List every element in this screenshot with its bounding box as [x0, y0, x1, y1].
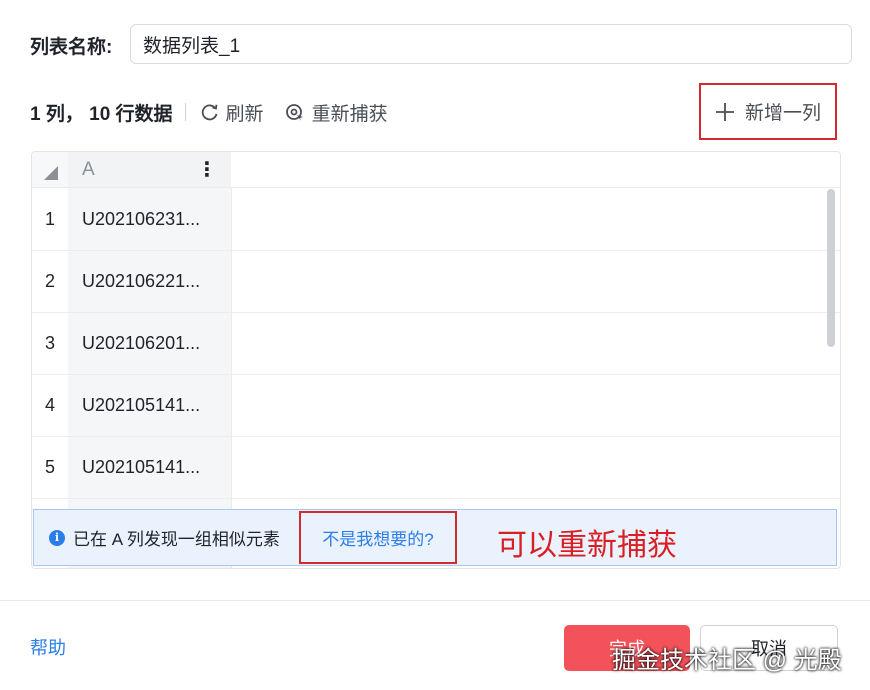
table-cell[interactable]: U202106221...: [82, 250, 227, 312]
table-row[interactable]: 4 U202105141...: [32, 374, 840, 437]
list-name-label: 列表名称:: [30, 36, 113, 58]
row-number: 3: [44, 332, 55, 353]
table-cell[interactable]: U202106201...: [82, 312, 227, 374]
add-column-label: 新增一列: [744, 103, 821, 124]
watermark: 掘金技术社区 @ 光殿: [612, 647, 842, 674]
refresh-icon: [201, 104, 217, 121]
vertical-scrollbar[interactable]: [827, 189, 835, 347]
row-number: 1: [44, 208, 55, 229]
create-list-dialog: 列表名称: 数据列表_1 1 列， 10 行数据 刷新 重新捕获 新增一列 A …: [0, 0, 870, 690]
table-row[interactable]: 5 U202105141...: [32, 436, 840, 499]
table-cell[interactable]: U202105141...: [82, 374, 227, 436]
footer-divider: [0, 600, 870, 601]
annotation-text: 可以重新捕获: [497, 529, 677, 562]
refresh-label: 刷新: [225, 103, 264, 125]
add-column-button[interactable]: 新增一列: [699, 83, 837, 140]
table-row[interactable]: 2 U202106221...: [32, 250, 840, 313]
toolbar-divider: [184, 103, 186, 121]
row-number: 4: [44, 394, 55, 415]
not-what-i-want-link[interactable]: 不是我想要的?: [299, 511, 457, 564]
plus-icon: [715, 102, 734, 121]
list-name-input[interactable]: 数据列表_1: [130, 24, 852, 64]
row-number: 5: [44, 456, 55, 477]
list-name-row: 列表名称:: [30, 24, 130, 66]
corner-triangle-icon: [44, 166, 58, 180]
row-number: 2: [44, 270, 55, 291]
table-row[interactable]: 1 U202106231...: [32, 188, 840, 251]
table-header: A ⋮: [32, 152, 840, 188]
notice-text: 已在 A 列发现一组相似元素: [73, 530, 280, 549]
list-stats: 1 列， 10 行数据: [30, 103, 173, 125]
select-all-corner[interactable]: [32, 152, 68, 187]
info-icon: i: [49, 529, 65, 546]
refresh-button[interactable]: 刷新: [200, 99, 264, 126]
help-link[interactable]: 帮助: [30, 634, 66, 660]
recapture-button[interactable]: 重新捕获: [284, 99, 388, 126]
table-cell[interactable]: U202105141...: [82, 436, 227, 498]
table-cell[interactable]: U202106231...: [82, 188, 227, 250]
column-menu-icon[interactable]: ⋮: [197, 160, 217, 180]
data-table: A ⋮ 1 U202106231... 2 U202106221... 3 U2…: [31, 151, 841, 569]
column-header-a[interactable]: A ⋮: [68, 152, 231, 187]
table-row[interactable]: 3 U202106201...: [32, 312, 840, 375]
recapture-label: 重新捕获: [311, 103, 388, 125]
list-toolbar: 1 列， 10 行数据 刷新 重新捕获: [30, 92, 408, 132]
column-header-label: A: [82, 158, 95, 180]
target-icon: [285, 104, 303, 121]
